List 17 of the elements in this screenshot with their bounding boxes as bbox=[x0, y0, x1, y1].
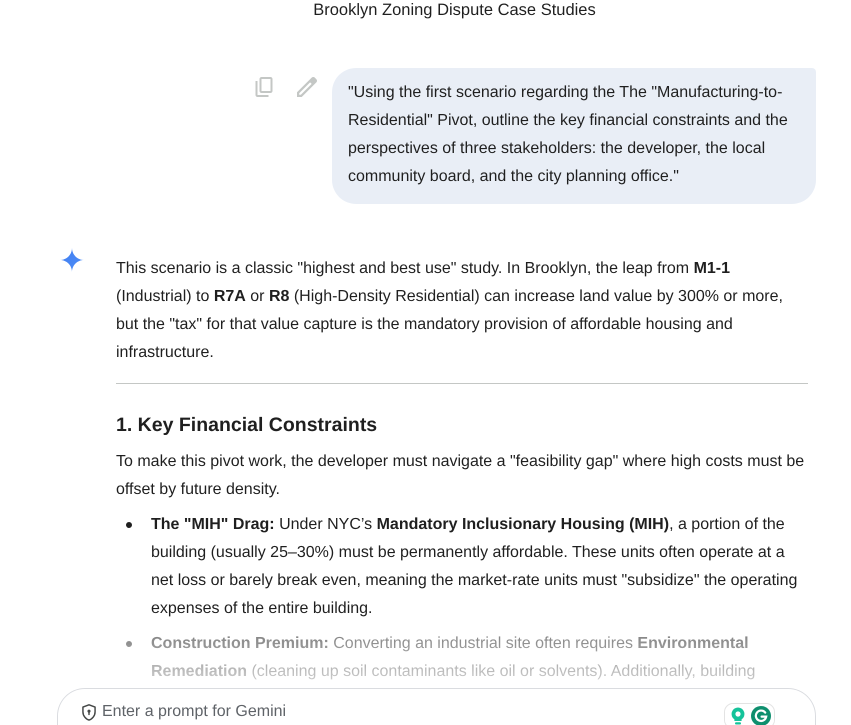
pencil-icon bbox=[297, 77, 317, 97]
section-heading: 1. Key Financial Constraints bbox=[116, 413, 378, 438]
edit-button[interactable] bbox=[297, 77, 317, 97]
user-message: "Using the first scenario regarding the The "Manufacturing-to-Residential" Pivot, outline the key financial constraints and the perspectives of three stakeholders: the developer, the local community board, and the city planning office." bbox=[332, 68, 816, 204]
bullet-text: The "MIH" Drag: Under NYC’s Mandatory Inclusionary Housing (MIH), a portion of the building (usually 25–30%) must be permanently affordable. These units often operate at a net loss or barely break even, meaning the market-rate units must "subsidize" the operating expenses of the entire building. bbox=[151, 515, 798, 619]
section-paragraph: To make this pivot work, the developer must navigate a "feasibility gap" where high costs must be offset by future density. bbox=[116, 452, 806, 500]
chat-title: Brooklyn Zoning Dispute Case Studies bbox=[313, 0, 596, 20]
copy-button[interactable] bbox=[254, 77, 274, 97]
sparkle-icon bbox=[60, 248, 84, 272]
bullet-text: Construction Premium: Converting an industrial site often requires Environmental Remediation (cleaning up soil contaminants like oil or solvents). Additionally, building bbox=[151, 634, 756, 682]
response-paragraph: This scenario is a classic "highest and best use" study. In Brooklyn, the leap from M1-1 (Industrial) to R7A or R8 (High-Density Residential) can increase land value by 300% or more, but the "tax" for that value capture is the mandatory provision of affordable housing and infrastructure. bbox=[116, 259, 784, 363]
prompt-box[interactable]: Enter a prompt for Gemini bbox=[57, 688, 816, 725]
bullet-icon bbox=[126, 522, 132, 528]
shield-icon bbox=[81, 704, 97, 720]
prompt-input-field[interactable]: Enter a prompt for Gemini bbox=[102, 703, 724, 721]
bullet-icon bbox=[126, 641, 132, 647]
copy-icon bbox=[254, 77, 274, 97]
